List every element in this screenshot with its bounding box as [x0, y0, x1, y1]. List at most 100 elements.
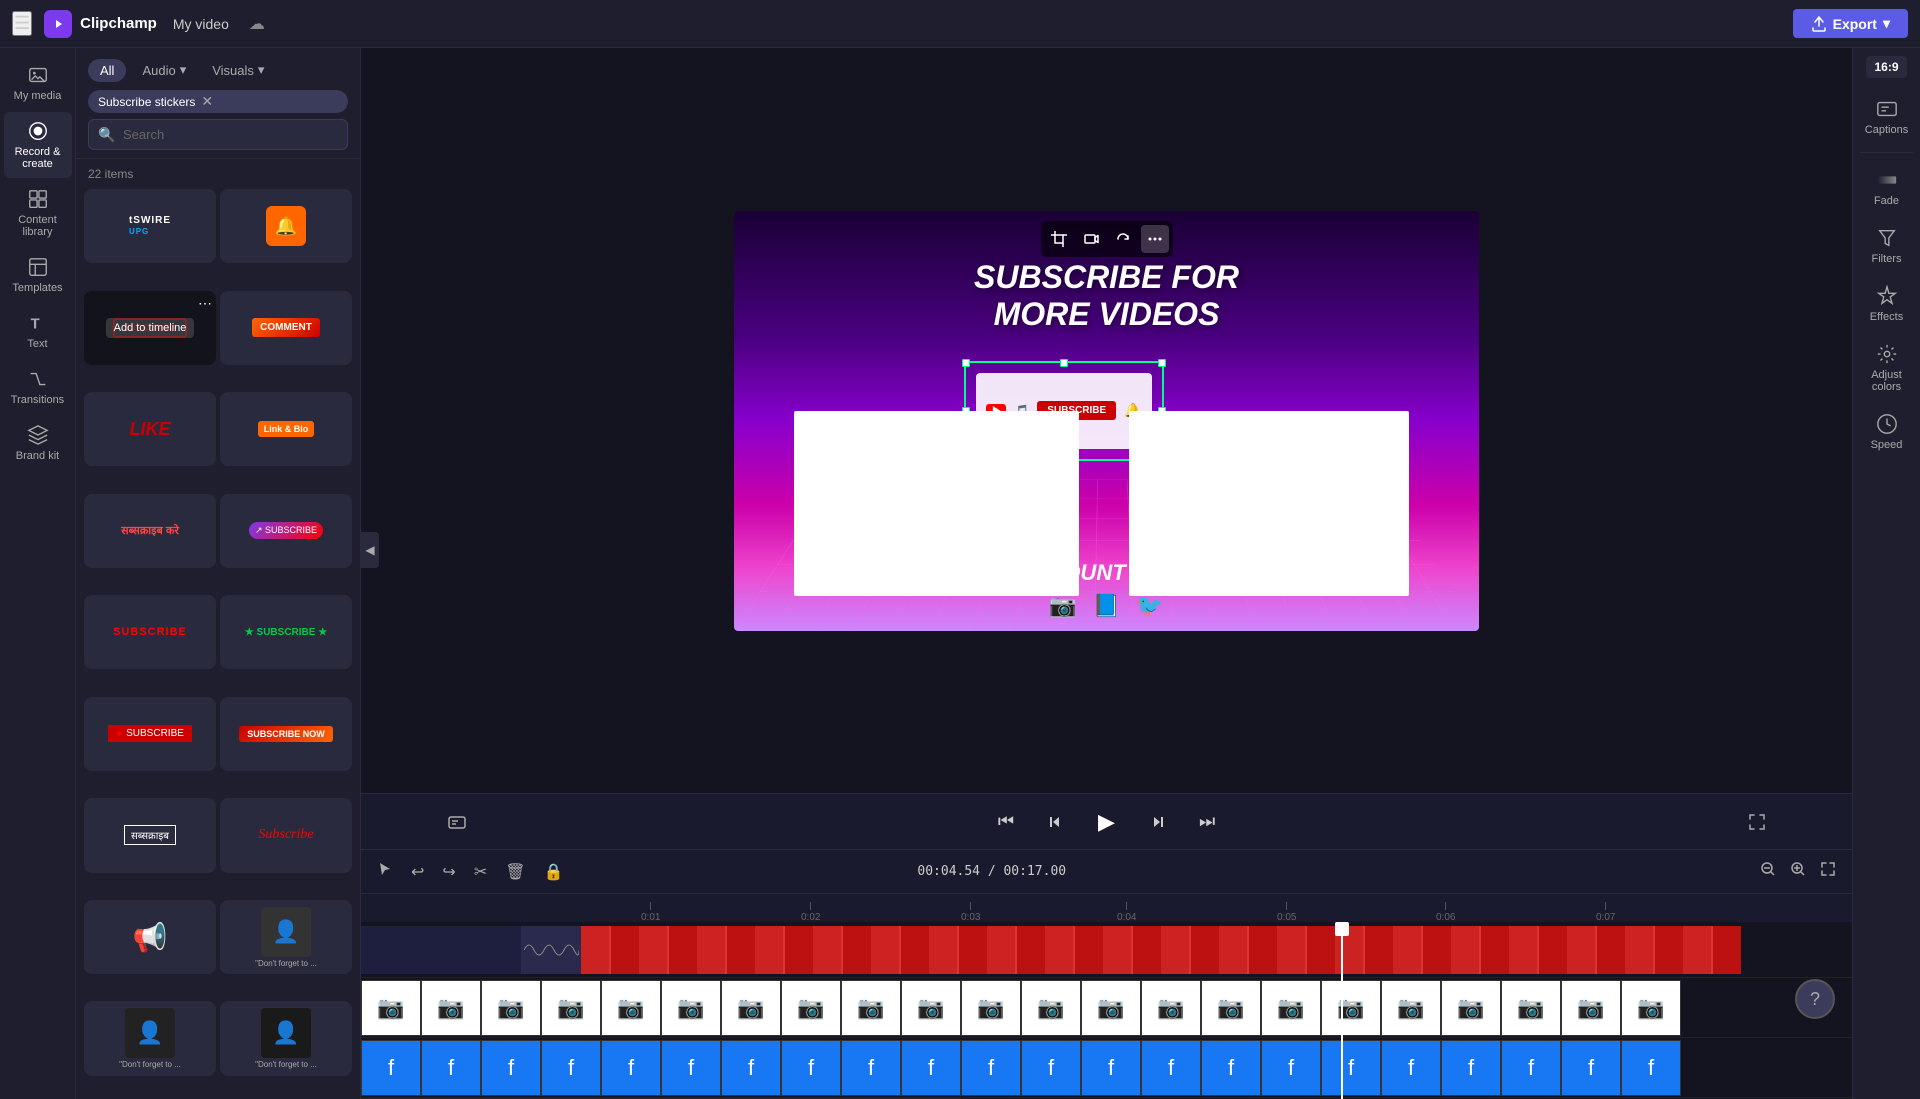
sticker-item[interactable]: Subscribe — [220, 798, 352, 872]
sticker-tile[interactable]: 📷 — [661, 980, 721, 1036]
sticker-tile[interactable]: 📷 — [961, 980, 1021, 1036]
help-button[interactable]: ? — [1795, 979, 1835, 1019]
filter-all[interactable]: All — [88, 59, 126, 82]
cut-button[interactable]: ✂ — [470, 858, 491, 886]
sticker-tile[interactable]: 📷 — [1381, 980, 1441, 1036]
sticker-tile[interactable]: f — [661, 1040, 721, 1096]
add-to-timeline-button[interactable]: Add to timeline — [106, 318, 195, 338]
sidebar-item-brand[interactable]: Brand kit — [4, 416, 72, 470]
sticker-tile[interactable]: f — [1561, 1040, 1621, 1096]
skip-to-start-button[interactable]: ⏮ — [992, 805, 1020, 838]
search-input[interactable] — [88, 119, 348, 150]
sidebar-item-record[interactable]: Record & create — [4, 112, 72, 178]
delete-button[interactable]: 🗑 — [501, 858, 529, 886]
sticker-tile[interactable]: f — [1321, 1040, 1381, 1096]
main-clip[interactable] — [361, 926, 1741, 974]
sticker-tile[interactable]: f — [1501, 1040, 1561, 1096]
fullscreen-button[interactable] — [1742, 807, 1772, 837]
filter-tag-close[interactable]: ✕ — [201, 93, 213, 110]
sticker-tile[interactable]: 📷 — [1621, 980, 1681, 1036]
fade-panel-item[interactable]: Fade — [1857, 161, 1917, 215]
sticker-tile[interactable]: 📷 — [601, 980, 661, 1036]
crop-button[interactable] — [1045, 225, 1073, 253]
sticker-tile[interactable]: 📷 — [1201, 980, 1261, 1036]
sticker-tile[interactable]: f — [961, 1040, 1021, 1096]
sidebar-item-templates[interactable]: Templates — [4, 248, 72, 302]
sticker-tile[interactable]: 📷 — [1141, 980, 1201, 1036]
sticker-tile[interactable]: 📷 — [781, 980, 841, 1036]
sticker-tile[interactable]: 📷 — [1261, 980, 1321, 1036]
timeline-playhead[interactable] — [1341, 922, 1343, 1099]
sticker-tile[interactable]: 📷 — [1501, 980, 1561, 1036]
sticker-item[interactable]: ★ SUBSCRIBE ★ — [220, 595, 352, 669]
sticker-item[interactable]: 👤 "Don't forget to ... — [220, 1001, 352, 1075]
adjust-colors-panel-item[interactable]: Adjust colors — [1857, 335, 1917, 401]
sticker-tile[interactable]: 📷 — [1441, 980, 1501, 1036]
redo-button[interactable]: ↪ — [438, 858, 459, 886]
sticker-item[interactable]: Link & Bio — [220, 392, 352, 466]
sticker-tile[interactable]: f — [1441, 1040, 1501, 1096]
sidebar-item-my-media[interactable]: My media — [4, 56, 72, 110]
rotate-button[interactable] — [1109, 225, 1137, 253]
sticker-tile[interactable]: 📷 — [841, 980, 901, 1036]
sticker-tile[interactable]: f — [1081, 1040, 1141, 1096]
filters-panel-item[interactable]: Filters — [1857, 219, 1917, 273]
sidebar-item-text[interactable]: T Text — [4, 304, 72, 358]
speed-panel-item[interactable]: Speed — [1857, 405, 1917, 459]
sticker-tile[interactable]: f — [721, 1040, 781, 1096]
sticker-tile[interactable]: 📷 — [1081, 980, 1141, 1036]
effects-panel-item[interactable]: Effects — [1857, 277, 1917, 331]
sticker-tile[interactable]: 📷 — [481, 980, 541, 1036]
sidebar-item-transitions[interactable]: Transitions — [4, 360, 72, 414]
zoom-out-button[interactable] — [1756, 857, 1780, 886]
sticker-tile[interactable]: 📷 — [541, 980, 601, 1036]
filter-audio[interactable]: Audio ▾ — [132, 58, 196, 82]
sticker-tile[interactable]: 📷 — [361, 980, 421, 1036]
sticker-tile[interactable]: f — [481, 1040, 541, 1096]
sticker-tile[interactable]: 📷 — [421, 980, 481, 1036]
sticker-tile[interactable]: f — [1141, 1040, 1201, 1096]
aspect-ratio-display[interactable]: 16:9 — [1866, 56, 1906, 78]
rewind-button[interactable] — [1040, 806, 1072, 838]
sticker-item[interactable]: LIKE — [84, 392, 216, 466]
sticker-tile[interactable]: f — [1021, 1040, 1081, 1096]
play-pause-button[interactable]: ▶ — [1092, 803, 1121, 841]
sticker-item[interactable]: SUBSCRIBE NOW — [220, 697, 352, 771]
sticker-tile[interactable]: f — [1261, 1040, 1321, 1096]
sticker-item[interactable]: सब्सक्राइब — [84, 798, 216, 872]
sticker-tile[interactable]: f — [1201, 1040, 1261, 1096]
sticker-item[interactable]: ↗ SUBSCRIBE — [220, 494, 352, 568]
sticker-item[interactable]: COMMENT — [220, 291, 352, 365]
sticker-item[interactable]: tSWIREUPG — [84, 189, 216, 263]
sticker-item[interactable]: SUBSCRIBE — [84, 595, 216, 669]
sticker-tile[interactable]: f — [541, 1040, 601, 1096]
timeline-scroll[interactable]: 0:01 0:02 0:03 0:04 0:05 0:06 0:07 — [361, 894, 1852, 1099]
forward-button[interactable] — [1141, 806, 1173, 838]
sticker-tile[interactable]: f — [841, 1040, 901, 1096]
more-options-button[interactable] — [1141, 225, 1169, 253]
sticker-tile[interactable]: f — [1621, 1040, 1681, 1096]
filter-visuals[interactable]: Visuals ▾ — [202, 58, 274, 82]
captions-toggle[interactable] — [441, 806, 473, 838]
skip-to-end-button[interactable]: ⏭ — [1193, 805, 1221, 838]
export-button[interactable]: Export ▾ — [1793, 9, 1908, 38]
sticker-item[interactable]: SUBSCRIBE ⋯ Add to timeline — [84, 291, 216, 365]
sidebar-item-content-library[interactable]: Content library — [4, 180, 72, 246]
sticker-item[interactable]: 📢 — [84, 900, 216, 974]
sticker-tile[interactable]: f — [421, 1040, 481, 1096]
video-settings-button[interactable] — [1077, 225, 1105, 253]
sticker-item[interactable]: 🔔 — [220, 189, 352, 263]
lock-button[interactable]: 🔒 — [540, 858, 568, 886]
project-name[interactable]: My video — [173, 16, 229, 32]
sticker-item[interactable]: 👤 "Don't forget to ... — [84, 1001, 216, 1075]
sticker-tile[interactable]: 📷 — [1021, 980, 1081, 1036]
sticker-tile[interactable]: 📷 — [721, 980, 781, 1036]
undo-button[interactable]: ↩ — [407, 858, 428, 886]
collapse-panel-button[interactable]: ◀ — [361, 532, 379, 568]
sticker-tile[interactable]: f — [601, 1040, 661, 1096]
sticker-tile[interactable]: f — [781, 1040, 841, 1096]
zoom-in-button[interactable] — [1786, 857, 1810, 886]
sticker-tile[interactable]: f — [901, 1040, 961, 1096]
sticker-tile[interactable]: 📷 — [901, 980, 961, 1036]
fit-timeline-button[interactable] — [1816, 857, 1840, 886]
